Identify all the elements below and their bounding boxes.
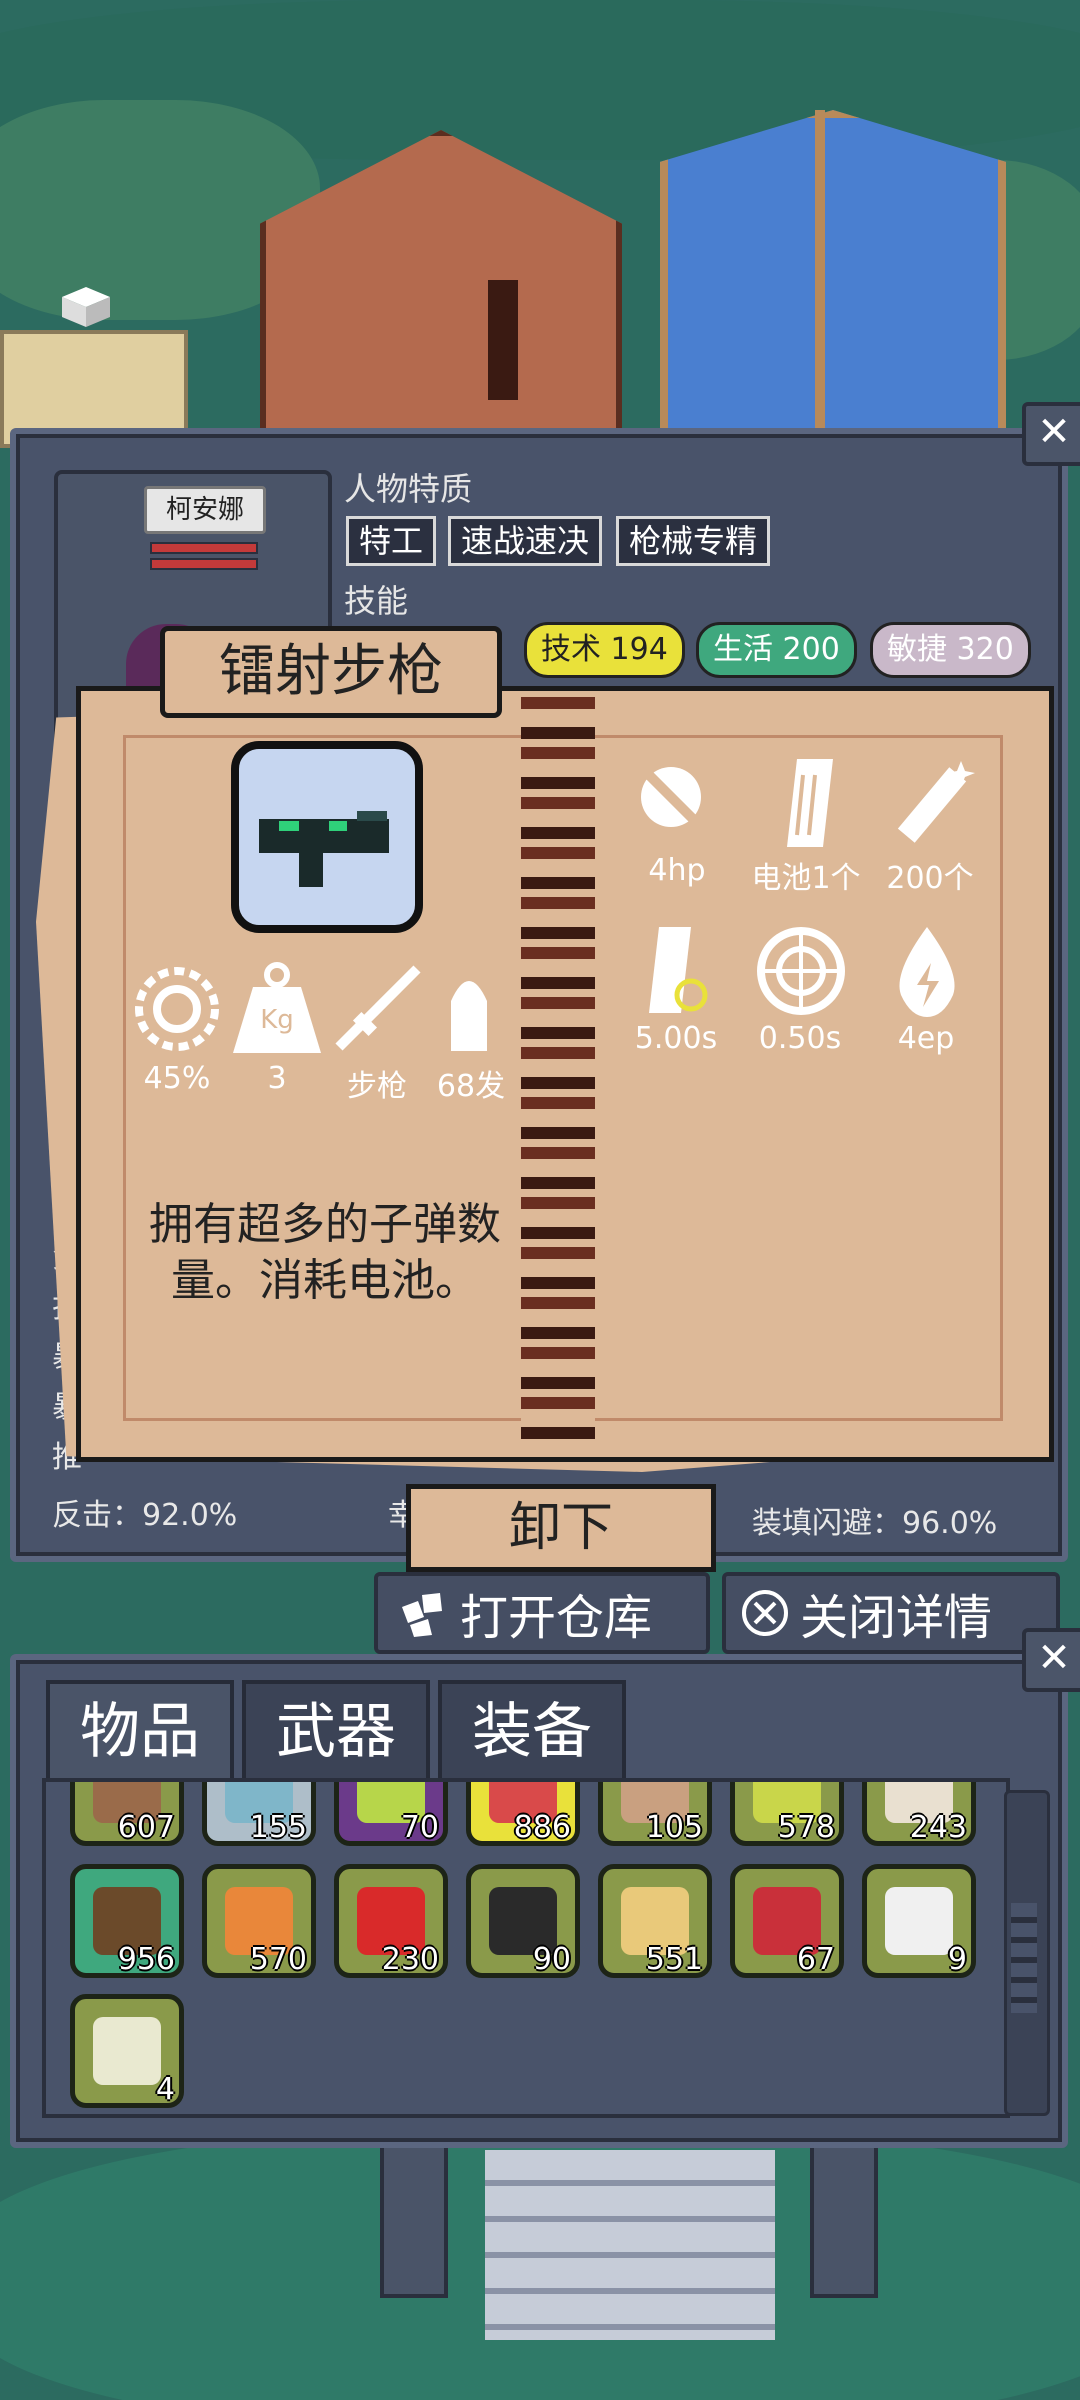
inventory-slot[interactable]: 956 <box>70 1864 184 1978</box>
tab-weapons[interactable]: 武器 <box>242 1680 430 1780</box>
tab-equipment[interactable]: 装备 <box>438 1680 626 1780</box>
item-count: 570 <box>249 1942 307 1977</box>
energy-icon <box>887 923 967 1019</box>
magazine-value: 68发 <box>436 1069 506 1104</box>
scrollbar-thumb[interactable] <box>1011 1903 1037 2013</box>
item-count: 956 <box>117 1942 175 1977</box>
book-spine <box>521 697 595 1447</box>
close-details-label: 关闭详情 <box>800 1590 993 1646</box>
counter-stat: 反击：92.0% <box>52 1498 238 1533</box>
trait-chip[interactable]: 特工 <box>346 516 437 566</box>
inventory-slot[interactable]: 70 <box>334 1782 448 1846</box>
stone-stairs <box>485 2150 775 2340</box>
pillar <box>380 2140 448 2298</box>
unequip-button[interactable]: 卸下 <box>406 1484 716 1572</box>
weapon-name-banner: 镭射步枪 <box>160 626 502 718</box>
item-icon <box>885 1887 953 1955</box>
accuracy-gear-icon <box>129 961 225 1057</box>
inventory-slot[interactable]: 4 <box>70 1994 184 2108</box>
accuracy-value: 45% <box>143 1061 211 1096</box>
energy-cost-value: 4ep <box>897 1021 955 1056</box>
scrollbar[interactable] <box>1004 1790 1050 2116</box>
battery-icon <box>757 755 853 851</box>
inventory-slot[interactable]: 155 <box>202 1782 316 1846</box>
trait-chip[interactable]: 枪械专精 <box>616 516 771 566</box>
traits-title: 人物特质 <box>344 470 473 508</box>
close-inventory-button[interactable]: ✕ <box>1022 1628 1080 1692</box>
health-bar-secondary <box>150 558 258 570</box>
glass-structure <box>660 110 1006 456</box>
inventory-slot[interactable]: 90 <box>466 1864 580 1978</box>
close-panel-button[interactable]: ✕ <box>1022 402 1080 466</box>
reload-time-value: 5.00s <box>634 1021 718 1056</box>
ammo-value: 200个 <box>886 861 974 896</box>
inventory-slot[interactable]: 105 <box>598 1782 712 1846</box>
weight-icon: Kg <box>229 961 325 1057</box>
item-count: 4 <box>155 2072 175 2107</box>
item-count: 155 <box>249 1810 307 1845</box>
bullet-icon <box>429 961 509 1057</box>
inventory-slot[interactable]: 570 <box>202 1864 316 1978</box>
item-count: 551 <box>645 1942 703 1977</box>
weight-glyph: Kg <box>260 1005 294 1035</box>
weapon-image <box>231 741 423 933</box>
reload-dodge-stat: 装填闪避：96.0% <box>752 1506 998 1541</box>
item-count: 105 <box>645 1810 703 1845</box>
close-details-button[interactable]: 关闭详情 <box>722 1572 1060 1654</box>
inventory-panel: 物品 武器 装备 607 155 70 886 105 578 243 956 570 230 90… <box>10 1654 1068 2148</box>
reload-icon <box>629 923 725 1019</box>
damage-axe-icon <box>629 755 725 851</box>
inventory-slot[interactable]: 578 <box>730 1782 844 1846</box>
crosshair-icon <box>753 923 849 1019</box>
weight-value: 3 <box>267 1061 287 1096</box>
damage-value: 4hp <box>648 853 706 888</box>
item-count: 243 <box>909 1810 967 1845</box>
inventory-grid: 607 155 70 886 105 578 243 956 570 230 90 551 67 9 4 <box>42 1778 1010 2118</box>
weapon-description: 拥有超多的子弹数量。消耗电池。 <box>149 1199 501 1306</box>
close-icon: ✕ <box>1037 1635 1071 1681</box>
tent-door <box>488 280 518 400</box>
item-count: 607 <box>117 1810 175 1845</box>
inventory-slot[interactable]: 67 <box>730 1864 844 1978</box>
item-count: 90 <box>532 1942 571 1977</box>
skills-title: 技能 <box>344 582 409 620</box>
item-icon <box>93 2017 161 2085</box>
battery-value: 电池1个 <box>751 861 861 896</box>
item-count: 70 <box>400 1810 439 1845</box>
ammo-icon <box>881 755 977 851</box>
glass-frame <box>815 110 825 440</box>
health-bar <box>150 542 258 554</box>
tab-items[interactable]: 物品 <box>46 1680 234 1780</box>
character-name: 柯安娜 <box>144 486 266 534</box>
close-icon: ✕ <box>1037 409 1071 455</box>
open-storage-button[interactable]: 打开仓库 <box>374 1572 710 1654</box>
weapon-type-value: 步枪 <box>347 1069 407 1104</box>
inventory-tabs: 物品 武器 装备 <box>46 1680 626 1780</box>
skill-badge-life[interactable]: 生活 200 <box>696 622 857 678</box>
fire-interval-value: 0.50s <box>758 1021 842 1056</box>
item-count: 67 <box>796 1942 835 1977</box>
item-count: 886 <box>513 1810 571 1845</box>
inventory-slot[interactable]: 551 <box>598 1864 712 1978</box>
skill-badge-tech[interactable]: 技术 194 <box>524 622 685 678</box>
close-circle-icon <box>740 1588 790 1638</box>
inventory-slot[interactable]: 9 <box>862 1864 976 1978</box>
item-count: 230 <box>381 1942 439 1977</box>
inventory-slot[interactable]: 607 <box>70 1782 184 1846</box>
weapon-detail-card: 45% Kg 3 步枪 68发 4hp 电池1个 200个 5.00s 0.50… <box>76 686 1054 1462</box>
inventory-slot[interactable]: 886 <box>466 1782 580 1846</box>
item-count: 578 <box>777 1810 835 1845</box>
skill-badge-agility[interactable]: 敏捷 320 <box>870 622 1031 678</box>
open-storage-label: 打开仓库 <box>460 1590 653 1646</box>
inventory-slot[interactable]: 230 <box>334 1864 448 1978</box>
rifle-icon <box>329 961 425 1057</box>
cube-icon[interactable] <box>60 285 112 329</box>
trait-chip[interactable]: 速战速决 <box>448 516 603 566</box>
boxes-icon <box>396 1587 448 1639</box>
item-count: 9 <box>947 1942 967 1977</box>
pillar <box>810 2140 878 2298</box>
inventory-slot[interactable]: 243 <box>862 1782 976 1846</box>
